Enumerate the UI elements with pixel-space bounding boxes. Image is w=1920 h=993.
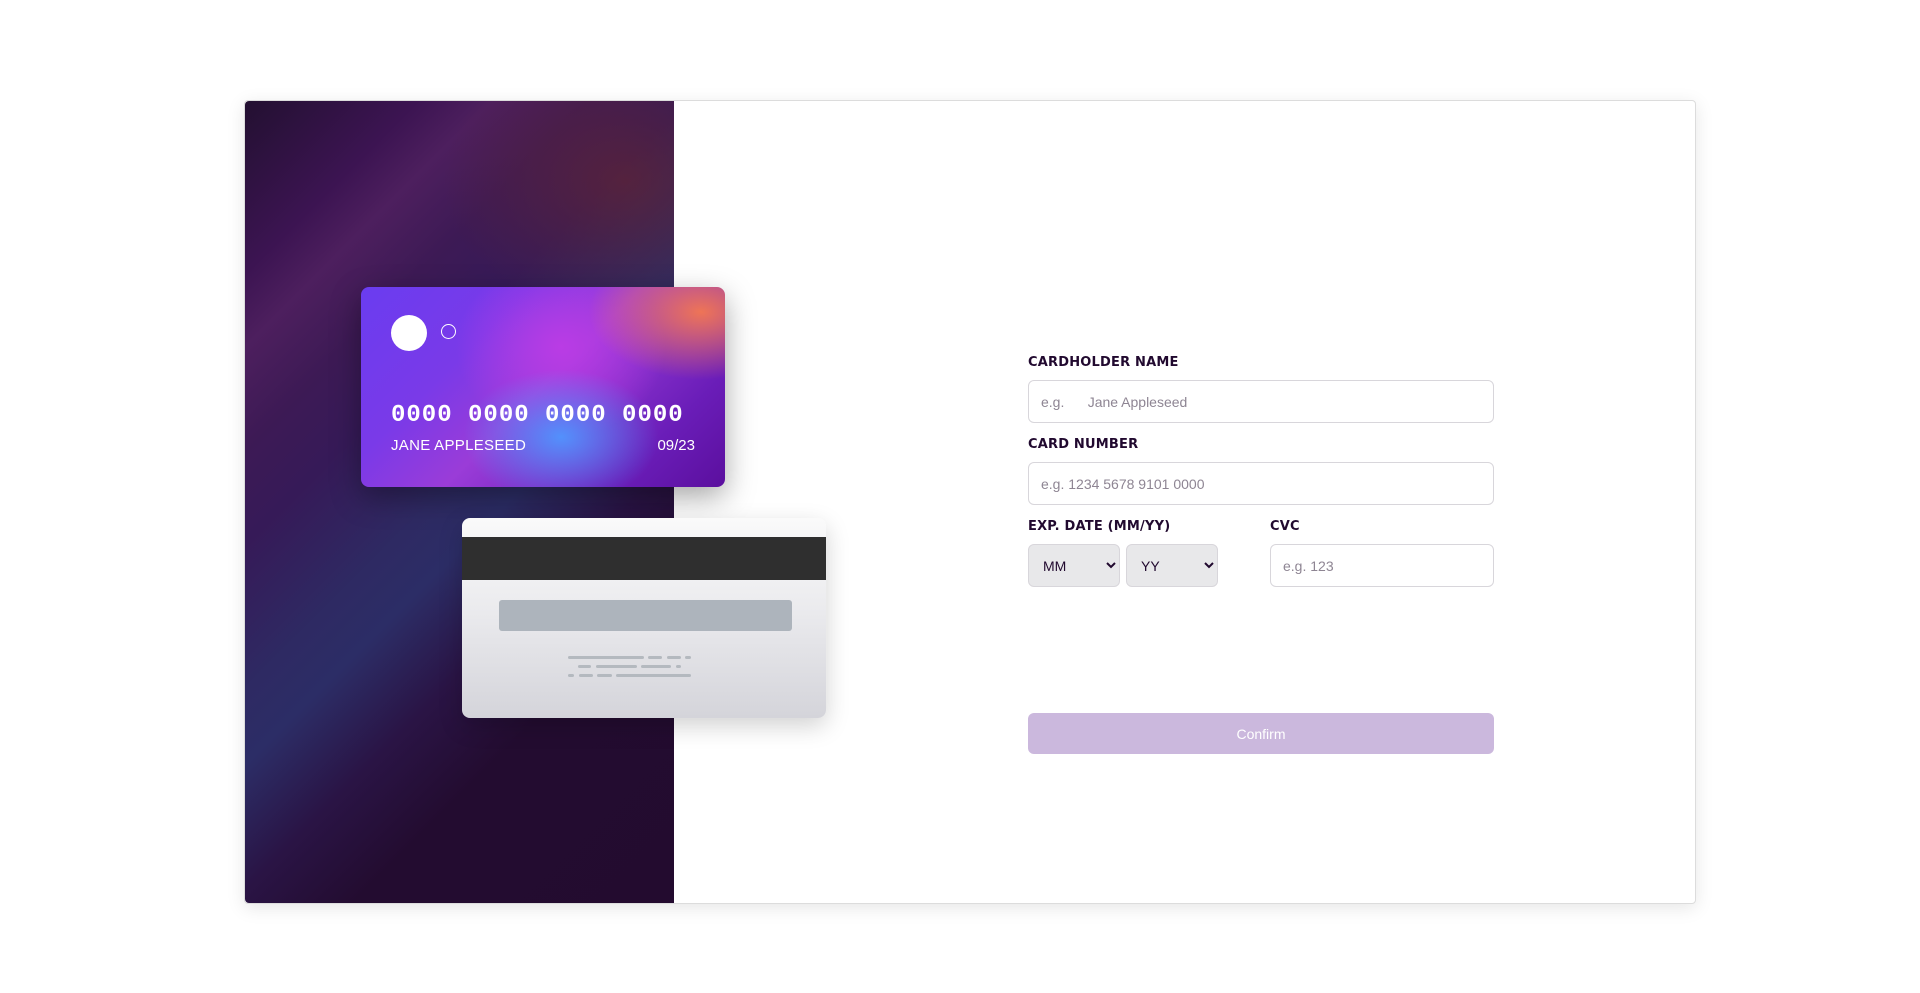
card-front: 0000 0000 0000 0000 JANE APPLESEED 09/23 [361,287,725,487]
card-number-label: CARD NUMBER [1028,437,1139,452]
card-logo-filled-circle-icon [391,315,427,351]
card-details-form: CARDHOLDER NAME CARD NUMBER EXP. DATE (M… [1028,355,1494,754]
confirm-button[interactable]: Confirm [1028,713,1494,754]
cvc-label: CVC [1270,519,1300,534]
exp-date-label: EXP. DATE (MM/YY) [1028,519,1171,534]
expiry-group: EXP. DATE (MM/YY) MM YY [1028,519,1238,587]
card-holder-display: JANE APPLESEED [391,437,527,454]
exp-month-select[interactable]: MM [1028,544,1120,587]
exp-year-select[interactable]: YY [1126,544,1218,587]
card-number-input[interactable] [1028,462,1494,505]
card-logo-outline-circle-icon [441,324,456,339]
cvc-input[interactable] [1270,544,1494,587]
decorative-gradient-panel [245,101,674,903]
form-panel: CARDHOLDER NAME CARD NUMBER EXP. DATE (M… [674,101,1695,903]
cardholder-name-input[interactable] [1028,380,1494,423]
payment-container: 0000 0000 0000 0000 JANE APPLESEED 09/23 [244,100,1696,904]
cardholder-name-label: CARDHOLDER NAME [1028,355,1179,370]
cvc-group: CVC [1270,519,1494,587]
card-number-display: 0000 0000 0000 0000 [391,402,684,429]
